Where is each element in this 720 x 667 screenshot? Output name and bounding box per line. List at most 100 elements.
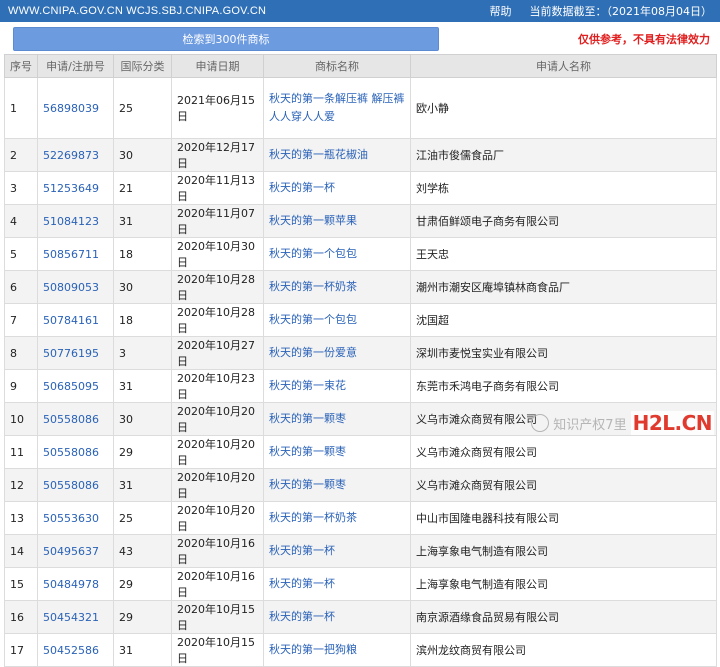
mark-name-link[interactable]: 秋天的第一个包包: [263, 237, 411, 271]
col-index: 序号: [4, 54, 38, 78]
applicant-cell: 江油市俊儒食品厂: [410, 138, 717, 172]
applicant-cell: 沈国超: [410, 303, 717, 337]
reg-no-link[interactable]: 50452586: [37, 633, 114, 667]
row-index: 17: [4, 633, 38, 667]
watermark-logo: H2L.CN: [630, 411, 714, 435]
class-cell: 31: [113, 468, 172, 502]
reg-no-link[interactable]: 50495637: [37, 534, 114, 568]
date-cell: 2020年12月17日: [171, 138, 264, 172]
date-cell: 2020年10月23日: [171, 369, 264, 403]
table-body: 1 56898039 25 2021年06月15日 秋天的第一条解压裤 解压裤人人穿人人…: [4, 77, 717, 667]
table-row: 5 50856711 18 2020年10月30日 秋天的第一个包包 王天忠: [4, 237, 717, 271]
applicant-cell: 潮州市潮安区庵埠镇林商食品厂: [410, 270, 717, 304]
applicant-cell: 欧小静: [410, 77, 717, 139]
class-cell: 31: [113, 204, 172, 238]
table-row: 14 50495637 43 2020年10月16日 秋天的第一杯 上海享象电气制造有限公…: [4, 534, 717, 568]
top-bar-right: 帮助 当前数据截至：（2021年08月04日）: [490, 3, 713, 19]
date-cell: 2020年10月15日: [171, 600, 264, 634]
table-row: 3 51253649 21 2020年11月13日 秋天的第一杯 刘学栋: [4, 171, 717, 205]
reg-no-link[interactable]: 50553630: [37, 501, 114, 535]
reg-no-link[interactable]: 56898039: [37, 77, 114, 139]
mark-name-link[interactable]: 秋天的第一把狗粮: [263, 633, 411, 667]
date-cell: 2020年10月20日: [171, 468, 264, 502]
date-cell: 2020年11月07日: [171, 204, 264, 238]
reg-no-link[interactable]: 50454321: [37, 600, 114, 634]
class-cell: 25: [113, 77, 172, 139]
mark-name-link[interactable]: 秋天的第一个包包: [263, 303, 411, 337]
table-row: 12 50558086 31 2020年10月20日 秋天的第一颗枣 义乌市滩众商贸有限公…: [4, 468, 717, 502]
date-cell: 2020年10月28日: [171, 303, 264, 337]
date-cell: 2020年10月20日: [171, 501, 264, 535]
class-cell: 30: [113, 138, 172, 172]
table-row: 7 50784161 18 2020年10月28日 秋天的第一个包包 沈国超: [4, 303, 717, 337]
mark-name-link[interactable]: 秋天的第一颗枣: [263, 468, 411, 502]
reg-no-link[interactable]: 52269873: [37, 138, 114, 172]
reg-no-link[interactable]: 50856711: [37, 237, 114, 271]
mark-name-link[interactable]: 秋天的第一杯: [263, 171, 411, 205]
class-cell: 25: [113, 501, 172, 535]
col-reg-no: 申请/注册号: [37, 54, 114, 78]
applicant-cell: 上海享象电气制造有限公司: [410, 534, 717, 568]
date-cell: 2020年10月16日: [171, 534, 264, 568]
reg-no-link[interactable]: 50809053: [37, 270, 114, 304]
mark-name-link[interactable]: 秋天的第一束花: [263, 369, 411, 403]
watermark-text: 知识产权7里: [553, 417, 627, 433]
applicant-cell: 上海享象电气制造有限公司: [410, 567, 717, 601]
mark-name-link[interactable]: 秋天的第一条解压裤 解压裤人人穿人人爱: [263, 77, 411, 139]
table-row: 2 52269873 30 2020年12月17日 秋天的第一瓶花椒油 江油市俊儒食品厂: [4, 138, 717, 172]
reg-no-link[interactable]: 50484978: [37, 567, 114, 601]
row-index: 1: [4, 77, 38, 139]
table-row: 13 50553630 25 2020年10月20日 秋天的第一杯奶茶 中山市国隆电器科技…: [4, 501, 717, 535]
class-cell: 30: [113, 402, 172, 436]
mark-name-link[interactable]: 秋天的第一瓶花椒油: [263, 138, 411, 172]
mark-name-link[interactable]: 秋天的第一杯奶茶: [263, 270, 411, 304]
date-cell: 2020年10月28日: [171, 270, 264, 304]
reg-no-link[interactable]: 50558086: [37, 435, 114, 469]
mark-name-link[interactable]: 秋天的第一杯奶茶: [263, 501, 411, 535]
date-cell: 2020年10月20日: [171, 435, 264, 469]
class-cell: 29: [113, 567, 172, 601]
col-mark-name: 商标名称: [263, 54, 411, 78]
reg-no-link[interactable]: 50776195: [37, 336, 114, 370]
date-cell: 2020年10月15日: [171, 633, 264, 667]
reg-no-link[interactable]: 51084123: [37, 204, 114, 238]
row-index: 14: [4, 534, 38, 568]
applicant-cell: 刘学栋: [410, 171, 717, 205]
date-cell: 2020年10月20日: [171, 402, 264, 436]
help-link[interactable]: 帮助: [490, 3, 512, 19]
applicant-cell: 王天忠: [410, 237, 717, 271]
reg-no-link[interactable]: 50784161: [37, 303, 114, 337]
reg-no-link[interactable]: 50685095: [37, 369, 114, 403]
table-row: 8 50776195 3 2020年10月27日 秋天的第一份爱意 深圳市麦悦宝实业有限公…: [4, 336, 717, 370]
mark-name-link[interactable]: 秋天的第一杯: [263, 534, 411, 568]
result-count-button[interactable]: 检索到300件商标: [13, 27, 439, 51]
table-row: 9 50685095 31 2020年10月23日 秋天的第一束花 东莞市禾鸿电子商务有限…: [4, 369, 717, 403]
mark-name-link[interactable]: 秋天的第一颗枣: [263, 402, 411, 436]
mark-name-link[interactable]: 秋天的第一杯: [263, 567, 411, 601]
mark-name-link[interactable]: 秋天的第一杯: [263, 600, 411, 634]
row-index: 12: [4, 468, 38, 502]
applicant-cell: 义乌市滩众商贸有限公司: [410, 468, 717, 502]
table-row: 6 50809053 30 2020年10月28日 秋天的第一杯奶茶 潮州市潮安区庵埠镇林…: [4, 270, 717, 304]
row-index: 16: [4, 600, 38, 634]
row-index: 13: [4, 501, 38, 535]
reg-no-link[interactable]: 51253649: [37, 171, 114, 205]
mark-name-link[interactable]: 秋天的第一颗苹果: [263, 204, 411, 238]
class-cell: 30: [113, 270, 172, 304]
date-cell: 2020年10月30日: [171, 237, 264, 271]
col-applicant: 申请人名称: [410, 54, 717, 78]
applicant-cell: 东莞市禾鸿电子商务有限公司: [410, 369, 717, 403]
reg-no-link[interactable]: 50558086: [37, 468, 114, 502]
table-row: 11 50558086 29 2020年10月20日 秋天的第一颗枣 义乌市滩众商贸有限公…: [4, 435, 717, 469]
applicant-cell: 深圳市麦悦宝实业有限公司: [410, 336, 717, 370]
col-class: 国际分类: [113, 54, 172, 78]
class-cell: 3: [113, 336, 172, 370]
row-index: 9: [4, 369, 38, 403]
data-date: 当前数据截至：（2021年08月04日）: [529, 5, 713, 18]
reg-no-link[interactable]: 50558086: [37, 402, 114, 436]
table-header-row: 序号 申请/注册号 国际分类 申请日期 商标名称 申请人名称: [4, 54, 717, 78]
col-date: 申请日期: [171, 54, 264, 78]
mark-name-link[interactable]: 秋天的第一颗枣: [263, 435, 411, 469]
watermark: 知识产权7里 H2L.CN: [531, 411, 714, 435]
mark-name-link[interactable]: 秋天的第一份爱意: [263, 336, 411, 370]
